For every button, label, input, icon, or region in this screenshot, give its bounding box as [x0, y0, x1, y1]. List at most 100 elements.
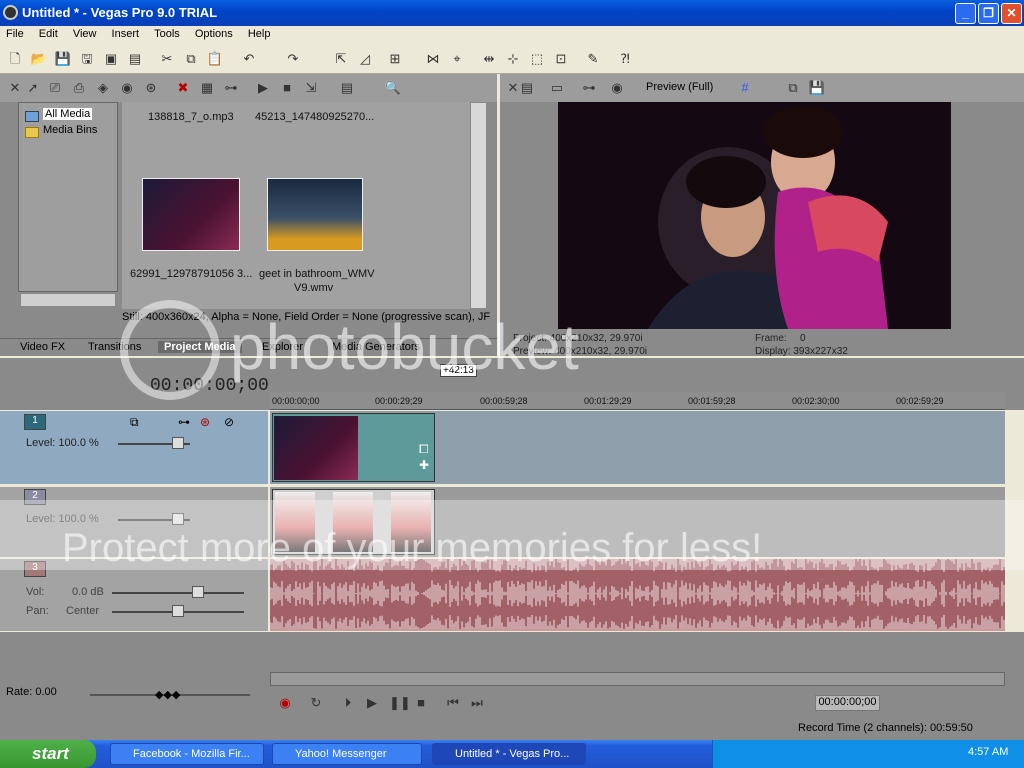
close-panel-icon[interactable]: ✕ [6, 79, 24, 97]
web-media-icon[interactable]: ◉ [118, 79, 136, 97]
open-icon[interactable]: 📂 [30, 50, 48, 68]
timeline-horizontal-scrollbar[interactable] [270, 672, 1005, 686]
play-from-start-icon[interactable]: ⏵ [340, 695, 356, 711]
rate-slider-knob[interactable]: ◆◆◆ [155, 688, 180, 701]
media-properties-icon[interactable]: ▦ [198, 79, 216, 97]
loop-icon[interactable]: ↻ [308, 695, 324, 711]
help-pointer-icon[interactable]: ⁈ [616, 50, 634, 68]
level-slider-knob[interactable] [172, 513, 184, 525]
copy-snapshot-icon[interactable]: ⧉ [784, 79, 802, 97]
save-as-icon[interactable]: 🖫 [78, 50, 96, 68]
tab-explorer[interactable]: Explorer [262, 341, 303, 353]
pan-crop-icon[interactable]: ⧠ [419, 442, 429, 457]
record-icon[interactable]: ◉ [277, 695, 293, 711]
menu-options[interactable]: Options [189, 26, 239, 42]
magnify-tool-icon[interactable]: ⊡ [552, 50, 570, 68]
overlays-icon[interactable]: # [736, 79, 754, 97]
extract-audio-icon[interactable]: ◈ [94, 79, 112, 97]
track-header-1[interactable]: 1 Level: 100.0 % ⧉ ⊶ ⊛ ⊘ [0, 411, 268, 484]
timeline-ruler[interactable]: 00:00:00;00 00:00:29;29 00:00:59;28 00:0… [270, 392, 1005, 410]
remove-media-icon[interactable]: ✖ [174, 79, 192, 97]
menu-tools[interactable]: Tools [148, 26, 186, 42]
capture-video-icon[interactable]: ⎚ [46, 79, 64, 97]
media-file-name[interactable]: 45213_147480925270... [255, 111, 374, 123]
menu-insert[interactable]: Insert [106, 26, 146, 42]
play-icon[interactable]: ▶ [254, 79, 272, 97]
media-file-name[interactable]: geet in bathroom_WMV [259, 268, 375, 280]
selection-tool-icon[interactable]: ⬚ [528, 50, 546, 68]
undo-icon[interactable]: ↶ [240, 50, 258, 68]
save-snapshot-icon[interactable]: 💾 [808, 79, 826, 97]
render-icon[interactable]: ▣ [102, 50, 120, 68]
track-lane-1[interactable]: ⧠ ✚ [270, 411, 1005, 484]
media-file-name[interactable]: 62991_12978791056 3... [130, 268, 252, 280]
taskbar-item-vegas[interactable]: Untitled * - Vegas Pro... [432, 743, 586, 765]
brush-icon[interactable]: ✎ [584, 50, 602, 68]
preview-quality-dropdown[interactable]: Preview (Full) [646, 81, 713, 93]
new-icon[interactable]: 🗋 [6, 50, 24, 68]
track-fx-icon[interactable]: ⊶ [178, 415, 190, 429]
search-media-icon[interactable]: ⊛ [142, 79, 160, 97]
stop-icon[interactable]: ■ [278, 79, 296, 97]
audio-lane-3[interactable] [269, 558, 1005, 631]
video-clip[interactable]: ⧠ ✚ [272, 413, 435, 482]
start-button[interactable]: start [0, 740, 96, 768]
media-fx-icon[interactable]: ⊶ [222, 79, 240, 97]
lock-envelopes-icon[interactable]: ⌖ [448, 50, 466, 68]
taskbar-item-firefox[interactable]: Facebook - Mozilla Fir... [110, 743, 264, 765]
close-button[interactable]: ✕ [1001, 3, 1022, 24]
go-to-start-icon[interactable]: ⏮ [445, 695, 461, 711]
track-header-3[interactable]: 3 Vol: 0.0 dB Pan: Center [0, 559, 268, 631]
preview-properties-icon[interactable]: ▤ [518, 79, 536, 97]
media-vertical-scrollbar[interactable] [470, 102, 487, 309]
position-timecode[interactable]: 00:00:00;00 [815, 695, 880, 711]
zoom-icon[interactable]: 🔍 [384, 79, 402, 97]
snapping-icon[interactable]: ⊞ [386, 50, 404, 68]
play-icon[interactable]: ▶ [364, 695, 380, 711]
track-mute-icon[interactable]: ⊛ [200, 415, 210, 429]
tab-project-media[interactable]: Project Media [158, 341, 242, 353]
tab-video-fx[interactable]: Video FX [20, 341, 65, 353]
paste-icon[interactable]: 📋 [206, 50, 224, 68]
tree-horizontal-scrollbar[interactable] [20, 293, 116, 307]
properties-icon[interactable]: ▤ [126, 50, 144, 68]
tab-transitions[interactable]: Transitions [88, 341, 141, 353]
menu-file[interactable]: File [0, 26, 30, 42]
tab-media-generators[interactable]: Media Generators [332, 341, 420, 353]
get-media-icon[interactable]: ⎙ [70, 79, 88, 97]
envelope-tool-icon[interactable]: ◿ [356, 50, 374, 68]
auto-crossfade-icon[interactable]: ⋈ [424, 50, 442, 68]
media-thumbnail[interactable] [267, 178, 363, 251]
zoom-tool-icon[interactable]: ⊹ [504, 50, 522, 68]
normal-edit-tool-icon[interactable]: ⇱ [332, 50, 350, 68]
video-clip[interactable] [272, 489, 435, 555]
track-lane-2[interactable] [270, 487, 1005, 557]
menu-view[interactable]: View [67, 26, 103, 42]
volume-slider[interactable] [112, 592, 244, 594]
taskbar-item-messenger[interactable]: Yahoo! Messenger [272, 743, 422, 765]
preview-fx-icon[interactable]: ◉ [608, 79, 626, 97]
track-solo-icon[interactable]: ⊘ [224, 415, 234, 429]
pause-icon[interactable]: ❚❚ [389, 695, 411, 711]
redo-icon[interactable]: ↷ [284, 50, 302, 68]
volume-slider-knob[interactable] [192, 586, 204, 598]
split-screen-icon[interactable]: ⊶ [580, 79, 598, 97]
auto-preview-icon[interactable]: ⇲ [302, 79, 320, 97]
copy-icon[interactable]: ⧉ [182, 50, 200, 68]
maximize-button[interactable]: ❐ [978, 3, 999, 24]
tree-item-media-bins[interactable]: Media Bins [43, 124, 97, 136]
pan-slider-knob[interactable] [172, 605, 184, 617]
cut-icon[interactable]: ✂ [158, 50, 176, 68]
stop-icon[interactable]: ■ [413, 695, 429, 711]
media-thumbnail[interactable] [142, 178, 240, 251]
tree-item-all-media[interactable]: All Media [43, 108, 93, 120]
views-icon[interactable]: ▤ [338, 79, 356, 97]
event-fx-icon[interactable]: ✚ [419, 458, 429, 472]
ripple-edit-icon[interactable]: ⇹ [480, 50, 498, 68]
menu-edit[interactable]: Edit [33, 26, 64, 42]
import-media-icon[interactable]: ➚ [24, 79, 42, 97]
minimize-button[interactable]: _ [955, 3, 976, 24]
track-header-2[interactable]: 2 Level: 100.0 % [0, 487, 268, 557]
save-icon[interactable]: 💾 [54, 50, 72, 68]
track-motion-icon[interactable]: ⧉ [130, 415, 139, 430]
